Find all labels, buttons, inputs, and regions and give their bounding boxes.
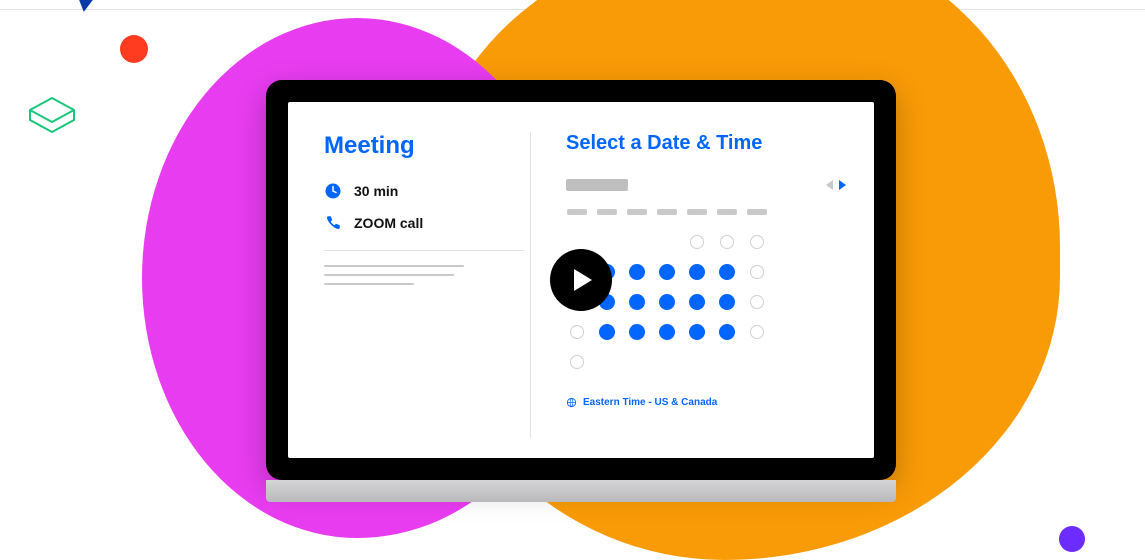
scheduler-heading: Select a Date & Time — [566, 132, 846, 155]
phone-icon — [324, 214, 342, 232]
calendar-day[interactable] — [659, 264, 675, 280]
call-type-row: ZOOM call — [324, 214, 524, 232]
calendar-day[interactable] — [629, 294, 645, 310]
calendar-day[interactable] — [689, 324, 705, 340]
calendar-day — [660, 235, 674, 249]
duration-text: 30 min — [354, 183, 398, 199]
calendar-day — [750, 325, 764, 339]
skeleton-text-line — [324, 274, 454, 276]
meeting-info-pane: Meeting 30 min ZOOM call — [324, 132, 524, 438]
calendar-day — [720, 235, 734, 249]
calendar-day[interactable] — [689, 264, 705, 280]
calendar-header — [566, 179, 846, 191]
calendar-day — [690, 235, 704, 249]
globe-icon — [566, 397, 577, 408]
calendar-day — [750, 235, 764, 249]
calendar-day — [630, 355, 644, 369]
calendar-day — [570, 355, 584, 369]
duration-row: 30 min — [324, 182, 524, 200]
day-header-skeleton — [717, 209, 737, 215]
calendar-day — [660, 355, 674, 369]
day-header-skeleton — [597, 209, 617, 215]
prev-month-button[interactable] — [826, 180, 833, 190]
day-header-skeleton — [687, 209, 707, 215]
skeleton-text-line — [324, 283, 414, 285]
deco-purple-circle-icon — [1059, 526, 1085, 552]
day-header-skeleton — [627, 209, 647, 215]
monitor-stand — [266, 480, 896, 502]
calendar-day[interactable] — [659, 324, 675, 340]
calendar-day — [630, 235, 644, 249]
calendar-day[interactable] — [629, 264, 645, 280]
calendar-day[interactable] — [719, 264, 735, 280]
clock-icon — [324, 182, 342, 200]
calendar-day[interactable] — [689, 294, 705, 310]
calendar-day[interactable] — [599, 324, 615, 340]
calendar-nav — [826, 180, 846, 190]
left-separator — [324, 250, 524, 251]
calendar-day — [750, 355, 764, 369]
calendar-day — [750, 265, 764, 279]
day-header-skeleton — [657, 209, 677, 215]
deco-outline-shape-icon — [24, 92, 80, 136]
call-type-text: ZOOM call — [354, 215, 423, 231]
calendar-day — [720, 355, 734, 369]
app-screen: Meeting 30 min ZOOM call — [288, 102, 874, 458]
calendar-day — [750, 295, 764, 309]
day-header-skeleton — [747, 209, 767, 215]
play-video-button[interactable] — [550, 249, 612, 311]
next-month-button[interactable] — [839, 180, 846, 190]
monitor-illustration: Meeting 30 min ZOOM call — [266, 80, 896, 510]
deco-triangle-icon — [66, 0, 106, 14]
calendar-day — [570, 235, 584, 249]
calendar-day[interactable] — [719, 294, 735, 310]
month-label-skeleton — [566, 179, 628, 191]
monitor-bezel: Meeting 30 min ZOOM call — [266, 80, 896, 480]
deco-red-circle-icon — [120, 35, 148, 63]
day-header-skeleton — [567, 209, 587, 215]
meeting-title: Meeting — [324, 132, 524, 160]
timezone-row[interactable]: Eastern Time - US & Canada — [566, 397, 846, 408]
calendar-day[interactable] — [719, 324, 735, 340]
vertical-divider — [530, 132, 531, 438]
skeleton-text-line — [324, 265, 464, 267]
calendar-day[interactable] — [629, 324, 645, 340]
calendar-day — [690, 355, 704, 369]
calendar-day — [600, 355, 614, 369]
calendar-day — [600, 235, 614, 249]
calendar-day — [570, 325, 584, 339]
calendar-day[interactable] — [659, 294, 675, 310]
timezone-text: Eastern Time - US & Canada — [583, 397, 717, 408]
